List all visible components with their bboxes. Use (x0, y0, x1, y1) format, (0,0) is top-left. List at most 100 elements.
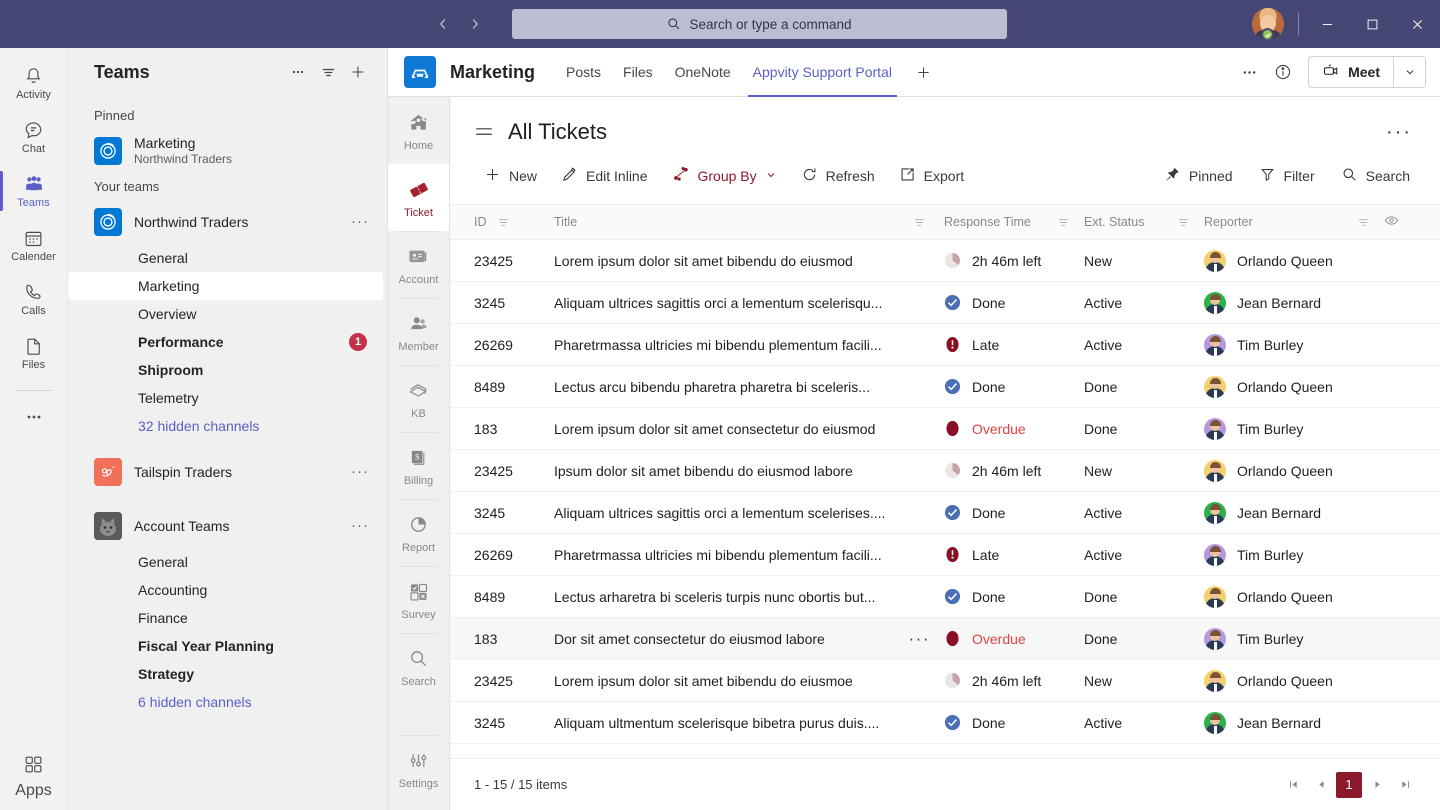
tab-posts[interactable]: Posts (555, 48, 612, 97)
edit-inline-button[interactable]: Edit Inline (551, 160, 657, 192)
rail-item-chat[interactable]: Chat (0, 110, 68, 164)
avatar[interactable] (1252, 8, 1284, 40)
pinned-button[interactable]: Pinned (1154, 160, 1243, 192)
column-header-response-time[interactable]: Response Time (944, 215, 1084, 229)
table-row[interactable]: 8489Lectus arharetra bi sceleris turpis … (450, 576, 1440, 618)
column-filter-icon[interactable] (1057, 216, 1070, 229)
column-visibility-button[interactable] (1384, 213, 1440, 231)
team-northwind-traders[interactable]: Northwind Traders ··· (68, 200, 383, 244)
pinned-item-marketing[interactable]: Marketing Northwind Traders (68, 129, 383, 173)
table-row[interactable]: 183Lorem ipsum dolor sit amet consectetu… (450, 408, 1440, 450)
channel-overview[interactable]: Overview (68, 300, 383, 328)
app-nav-account[interactable]: Account (388, 231, 449, 298)
rail-item-files[interactable]: Files (0, 326, 68, 380)
teams-more-button[interactable] (283, 57, 313, 87)
export-button[interactable]: Export (889, 160, 974, 192)
table-row[interactable]: 23425Ipsum dolor sit amet bibendu do eiu… (450, 450, 1440, 492)
close-button[interactable] (1395, 0, 1440, 48)
tab-files[interactable]: Files (612, 48, 664, 97)
hidden-channels-northwind[interactable]: 32 hidden channels (68, 412, 383, 440)
team-account-teams[interactable]: Account Teams ··· (68, 504, 383, 548)
table-row[interactable]: 3245Aliquam ultmentum scelerisque bibetr… (450, 702, 1440, 744)
app-nav-billing[interactable]: $ Billing (388, 432, 449, 499)
team-tailspin-traders[interactable]: Tailspin Traders ··· (68, 450, 383, 494)
channel-strategy[interactable]: Strategy (68, 660, 383, 688)
page-last-icon[interactable] (1392, 772, 1418, 798)
table-search-button[interactable]: Search (1331, 160, 1420, 192)
tab-appvity-support-portal[interactable]: Appvity Support Portal (742, 48, 903, 97)
page-prev-icon[interactable] (1308, 772, 1334, 798)
back-button[interactable] (430, 11, 456, 37)
channel-shiproom[interactable]: Shiproom (68, 356, 383, 384)
rail-item-calls[interactable]: Calls (0, 272, 68, 326)
forward-button[interactable] (462, 11, 488, 37)
tab-onenote[interactable]: OneNote (664, 48, 742, 97)
tickets-more-button[interactable]: ··· (1378, 119, 1420, 145)
rail-item-activity[interactable]: Activity (0, 56, 68, 110)
cell-id: 26269 (474, 337, 554, 353)
table-row[interactable]: 26269Pharetrmassa ultricies mi bibendu p… (450, 324, 1440, 366)
column-header-id[interactable]: ID (474, 215, 554, 229)
channel-finance[interactable]: Finance (68, 604, 383, 632)
channel-marketing[interactable]: Marketing (68, 272, 383, 300)
table-row[interactable]: 3245Aliquam ultrices sagittis orci a lem… (450, 282, 1440, 324)
column-header-reporter[interactable]: Reporter (1204, 215, 1384, 229)
channel-general-at[interactable]: General (68, 548, 383, 576)
meet-button[interactable]: Meet (1309, 56, 1393, 88)
column-header-title[interactable]: Title (554, 215, 944, 229)
search-input[interactable]: Search or type a command (512, 9, 1007, 39)
filter-button[interactable]: Filter (1249, 160, 1325, 192)
channel-accounting[interactable]: Accounting (68, 576, 383, 604)
app-nav-member[interactable]: Member (388, 298, 449, 365)
page-number-1[interactable]: 1 (1336, 772, 1362, 798)
app-nav-search[interactable]: Search (388, 633, 449, 700)
cell-id: 3245 (474, 505, 554, 521)
table-row[interactable]: 23425Lorem ipsum dolor sit amet bibendu … (450, 660, 1440, 702)
channel-more-button[interactable] (1234, 57, 1264, 87)
app-nav-kb[interactable]: KB (388, 365, 449, 432)
table-row[interactable]: 23425Lorem ipsum dolor sit amet bibendu … (450, 240, 1440, 282)
column-filter-icon[interactable] (913, 216, 926, 229)
row-more-button[interactable]: ··· (909, 635, 930, 643)
teams-filter-button[interactable] (313, 57, 343, 87)
add-tab-button[interactable] (903, 48, 944, 97)
app-nav-report[interactable]: Report (388, 499, 449, 566)
app-nav-ticket[interactable]: Ticket (388, 164, 449, 231)
rail-item-calendar[interactable]: Calender (0, 218, 68, 272)
info-icon[interactable] (1268, 57, 1298, 87)
table-body[interactable]: 23425Lorem ipsum dolor sit amet bibendu … (450, 240, 1440, 758)
column-filter-icon[interactable] (1357, 216, 1370, 229)
team-more-button[interactable]: ··· (351, 522, 369, 530)
page-first-icon[interactable] (1280, 772, 1306, 798)
table-row[interactable]: 26269Pharetrmassa ultricies mi bibendu p… (450, 534, 1440, 576)
team-more-button[interactable]: ··· (351, 468, 369, 476)
hidden-channels-account-teams[interactable]: 6 hidden channels (68, 688, 383, 716)
maximize-button[interactable] (1350, 0, 1395, 48)
group-by-button[interactable]: Group By (662, 159, 787, 192)
team-more-button[interactable]: ··· (351, 218, 369, 226)
app-nav-settings[interactable]: Settings (388, 735, 449, 802)
app-nav-home[interactable]: Home (388, 97, 449, 164)
channel-telemetry[interactable]: Telemetry (68, 384, 383, 412)
channel-fiscal-year-planning[interactable]: Fiscal Year Planning (68, 632, 383, 660)
hamburger-icon[interactable] (474, 122, 494, 142)
channel-performance[interactable]: Performance 1 (68, 328, 383, 356)
teams-sidebar-list[interactable]: Pinned Marketing Northwind Traders Your … (68, 96, 387, 810)
page-next-icon[interactable] (1364, 772, 1390, 798)
table-row[interactable]: 183Dor sit amet consectetur do eiusmod l… (450, 618, 1440, 660)
refresh-button[interactable]: Refresh (791, 160, 885, 192)
column-filter-icon[interactable] (1177, 216, 1190, 229)
table-row[interactable]: 3245Aliquam ultrices sagittis orci a lem… (450, 492, 1440, 534)
channel-general[interactable]: General (68, 244, 383, 272)
rail-more-apps-button[interactable] (0, 397, 68, 437)
table-row[interactable]: 8489Lectus arcu bibendu pharetra pharetr… (450, 366, 1440, 408)
column-header-ext-status[interactable]: Ext. Status (1084, 215, 1204, 229)
new-button[interactable]: New (474, 160, 547, 192)
column-filter-icon[interactable] (497, 216, 510, 229)
app-nav-survey[interactable]: Survey (388, 566, 449, 633)
minimize-button[interactable] (1305, 0, 1350, 48)
rail-item-teams[interactable]: Teams (0, 164, 68, 218)
meet-dropdown-button[interactable] (1393, 56, 1425, 88)
join-or-create-team-button[interactable] (343, 57, 373, 87)
rail-item-apps[interactable]: Apps (15, 754, 51, 800)
